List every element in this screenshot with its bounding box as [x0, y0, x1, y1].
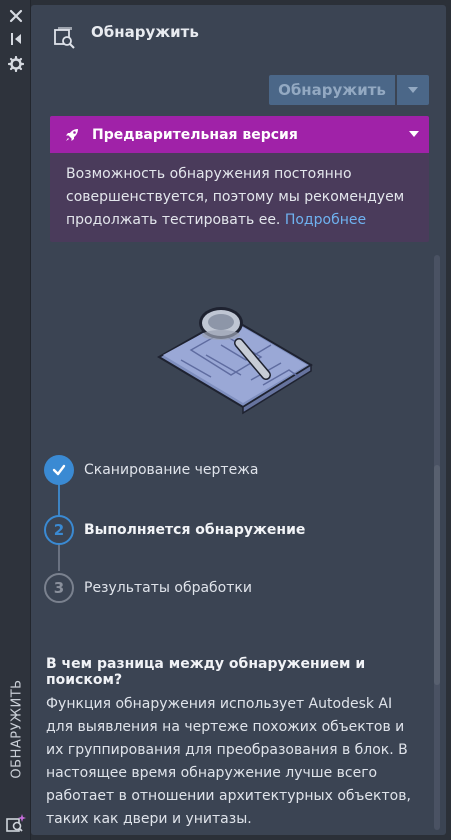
collapse-icon[interactable] — [8, 31, 24, 47]
detect-ai-icon[interactable] — [5, 812, 27, 834]
strip-label[interactable]: ОБНАРУЖИТЬ — [8, 654, 26, 804]
step-number: 3 — [44, 573, 74, 603]
step-scan: Сканирование чертежа — [44, 455, 404, 485]
detect-button[interactable]: Обнаружить — [269, 75, 395, 105]
step-number: 2 — [44, 515, 74, 545]
step-detect: 2 Выполняется обнаружение — [44, 515, 404, 545]
detect-icon — [53, 26, 77, 50]
progress-steps: Сканирование чертежа 2 Выполняется обнар… — [44, 455, 404, 605]
side-strip: ОБНАРУЖИТЬ — [0, 0, 31, 840]
scrollbar[interactable] — [434, 255, 440, 830]
faq-question: В чем разница между обнаружением и поиск… — [46, 656, 366, 688]
step-label: Выполняется обнаружение — [84, 522, 306, 538]
rocket-icon — [66, 128, 78, 141]
preview-banner: Предварительная версия Возможность обнар… — [50, 116, 429, 242]
step-label: Сканирование чертежа — [84, 462, 259, 478]
close-icon[interactable] — [8, 8, 24, 24]
preview-title: Предварительная версия — [92, 126, 298, 143]
strip-label-text: ОБНАРУЖИТЬ — [9, 679, 25, 779]
detect-split-button: Обнаружить — [269, 75, 429, 105]
preview-body: Возможность обнаружения постоянно соверш… — [50, 153, 429, 232]
detect-panel: Обнаружить Обнаружить Предварительная ве… — [31, 5, 446, 835]
step-label: Результаты обработки — [84, 580, 252, 596]
blueprint-magnifier-illustration — [151, 295, 321, 415]
scrollbar-thumb[interactable] — [434, 465, 440, 685]
chevron-down-icon — [408, 87, 418, 93]
preview-header[interactable]: Предварительная версия — [50, 116, 429, 153]
chevron-down-icon[interactable] — [409, 131, 419, 137]
panel-title: Обнаружить — [91, 23, 199, 41]
detect-dropdown-button[interactable] — [397, 75, 429, 105]
panel-header: Обнаружить — [31, 5, 446, 63]
step-connector — [58, 544, 60, 571]
check-icon — [44, 455, 74, 485]
settings-icon[interactable] — [7, 55, 25, 73]
step-results: 3 Результаты обработки — [44, 573, 404, 603]
faq-answer: Функция обнаружения использует Autodesk … — [46, 696, 411, 827]
learn-more-link[interactable]: Подробнее — [285, 212, 366, 228]
